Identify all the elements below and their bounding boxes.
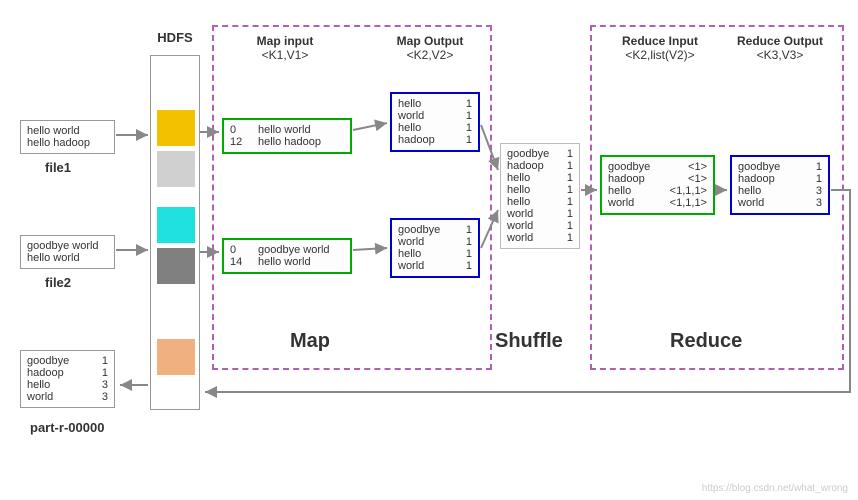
arrow-mapout1-shuffle [481, 125, 498, 170]
arrow-reduceout-hdfs [205, 190, 850, 392]
arrows-svg [0, 0, 858, 500]
arrow-mapout2-shuffle [481, 210, 498, 248]
watermark: https://blog.csdn.net/what_wrong [702, 483, 848, 494]
arrow-mapin2-mapout2 [353, 248, 387, 250]
arrow-mapin1-mapout1 [353, 123, 387, 130]
